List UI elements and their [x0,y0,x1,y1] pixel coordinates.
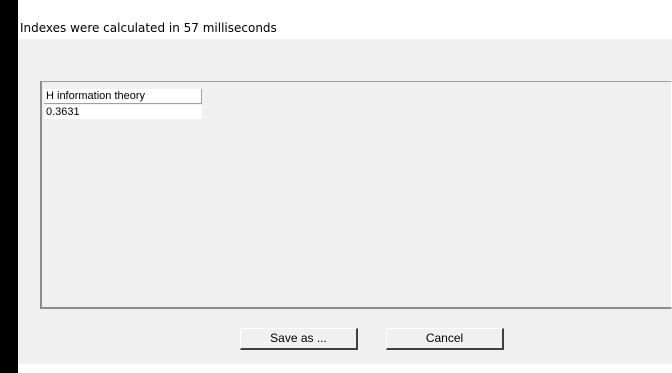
results-dialog: Indexes were calculated in 57 millisecon… [8,0,672,373]
results-grid[interactable]: H information theory 0.3631 [40,81,672,309]
cancel-button[interactable]: Cancel [386,328,504,350]
window-frame-left [8,0,18,373]
grid-cell[interactable]: 0.3631 [44,105,202,119]
title-bar[interactable]: Indexes were calculated in 57 millisecon… [18,11,672,39]
column-header-h-information-theory[interactable]: H information theory [44,89,202,104]
desktop-background: Indexes were calculated in 57 millisecon… [0,0,672,373]
save-as-button[interactable]: Save as ... [240,328,358,350]
window-title: Indexes were calculated in 57 millisecon… [20,21,277,35]
dialog-client-area: H information theory 0.3631 Save as ... … [18,39,672,364]
window-frame-bottom [18,364,672,373]
